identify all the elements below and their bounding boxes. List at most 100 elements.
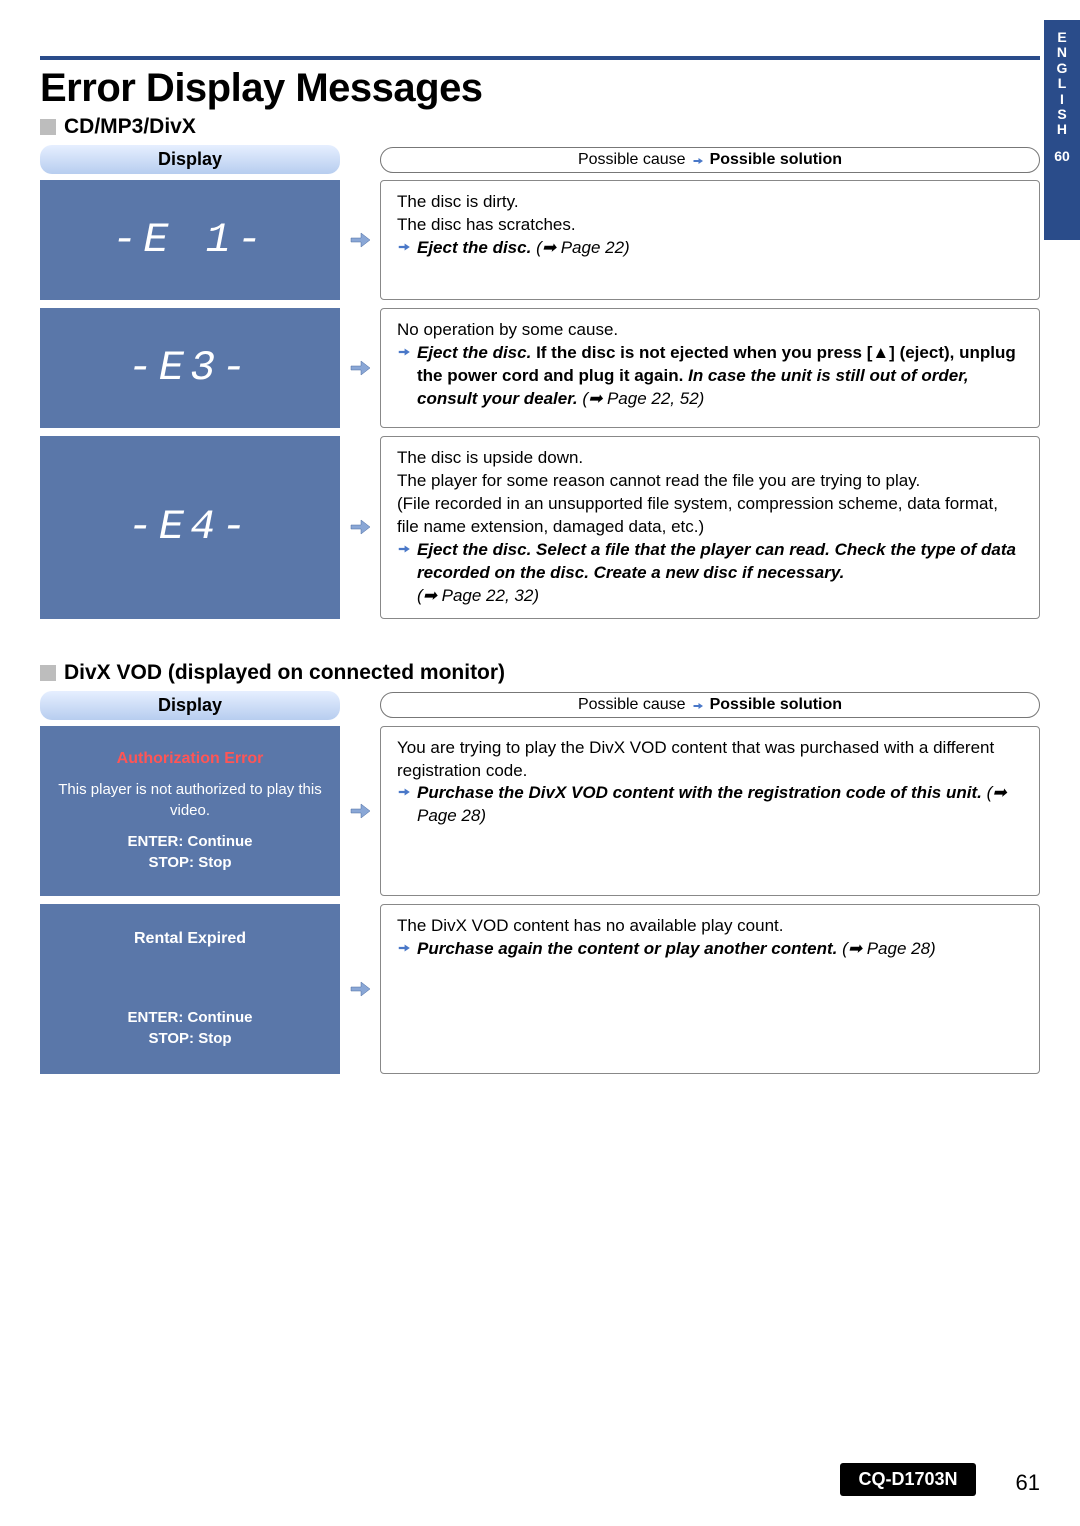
solution-column-header: Possible cause Possible solution [380,692,1040,718]
divx-display-auth: Authorization Error This player is not a… [40,726,340,896]
action-bold: Eject the disc. [417,343,531,362]
action-line: Purchase again the content or play anoth… [397,938,1023,961]
square-bullet-icon [40,119,56,135]
arrow-right-icon [397,938,417,955]
action-text: Purchase again the content or play anoth… [417,938,1023,961]
error-row-e3: -E3- No operation by some cause. Eject t… [40,308,1040,428]
cause-line: You are trying to play the DivX VOD cont… [397,737,1023,783]
action-bold: Purchase again the content or play anoth… [417,939,837,958]
letter: L [1058,76,1067,91]
action-line: Purchase the DivX VOD content with the r… [397,782,1023,828]
action-line: Eject the disc. If the disc is not eject… [397,342,1023,411]
error-row-e1: -E 1- The disc is dirty. The disc has sc… [40,180,1040,300]
letter: E [1057,30,1066,45]
possible-solution-label: Possible solution [710,696,842,714]
cause-box: You are trying to play the DivX VOD cont… [380,726,1040,896]
cause-line: The DivX VOD content has no available pl… [397,915,1023,938]
error-code-display: -E 1- [40,180,340,300]
arrow-right-icon [397,782,417,799]
cause-box: The disc is upside down. The player for … [380,436,1040,619]
error-code-display: -E3- [40,308,340,428]
error-code-text: -E 1- [112,216,268,264]
cause-box: The DivX VOD content has no available pl… [380,904,1040,1074]
action-text: Eject the disc. Select a file that the p… [417,539,1023,608]
action-bold: Eject the disc. [417,238,531,257]
display-text-block: Authorization Error This player is not a… [40,736,340,884]
display-error-title: Rental Expired [50,928,330,950]
possible-solution-label: Possible solution [710,151,842,169]
cause-line: The disc is upside down. [397,447,1023,470]
arrow-right-icon [348,354,372,382]
section-heading-text: DivX VOD (displayed on connected monitor… [64,661,505,685]
possible-cause-label: Possible cause [578,696,686,714]
arrow-right-icon [397,237,417,254]
action-line: Eject the disc. (➡ Page 22) [397,237,1023,260]
action-text: Eject the disc. If the disc is not eject… [417,342,1023,411]
error-row-e4: -E4- The disc is upside down. The player… [40,436,1040,619]
error-code-display: -E4- [40,436,340,619]
page-ref: (➡ Page 28) [842,939,936,958]
letter: N [1057,45,1067,60]
divx-row-auth-error: Authorization Error This player is not a… [40,726,1040,896]
display-enter-line: ENTER: Continue [50,831,330,852]
error-code-text: -E4- [128,503,253,551]
page-ref: (➡ Page 22, 52) [582,389,704,408]
divx-row-rental-expired: Rental Expired ENTER: Continue STOP: Sto… [40,904,1040,1074]
side-tab-number: 60 [1054,148,1070,164]
table-header-row-2: Display Possible cause Possible solution [40,691,1040,720]
arrow-right-icon [692,154,704,166]
letter: G [1057,61,1068,76]
arrow-right-icon [348,797,372,825]
arrow-right-icon [348,513,372,541]
page-title: Error Display Messages [40,66,1040,111]
side-tab-letters: E N G L I S H [1057,30,1068,138]
arrow-right-icon [348,226,372,254]
table-header-row-1: Display Possible cause Possible solution [40,145,1040,174]
page-ref: (➡ Page 22, 32) [417,586,539,605]
square-bullet-icon [40,665,56,681]
language-side-tab: E N G L I S H 60 [1044,20,1080,240]
arrow-col [340,904,380,1074]
top-rule [40,56,1040,60]
possible-cause-label: Possible cause [578,151,686,169]
arrow-right-icon [692,699,704,711]
action-text: Eject the disc. (➡ Page 22) [417,237,1023,260]
page-ref: (➡ Page 22) [536,238,630,257]
display-enter-line: ENTER: Continue [50,1007,330,1028]
arrow-col [340,436,380,619]
cause-line: The disc is dirty. [397,191,1023,214]
cause-box: No operation by some cause. Eject the di… [380,308,1040,428]
section-heading-text: CD/MP3/DivX [64,115,196,139]
arrow-right-icon [397,342,417,359]
divx-display-rental: Rental Expired ENTER: Continue STOP: Sto… [40,904,340,1074]
arrow-col [340,180,380,300]
action-text: Purchase the DivX VOD content with the r… [417,782,1023,828]
error-code-text: -E3- [128,344,253,392]
solution-column-header: Possible cause Possible solution [380,147,1040,173]
section-heading-cd: CD/MP3/DivX [40,115,1040,139]
display-stop-line: STOP: Stop [50,1028,330,1049]
cause-line: The player for some reason cannot read t… [397,470,1023,493]
action-bold: Eject the disc. Select a file that the p… [417,540,1016,582]
display-subtext: This player is not authorized to play th… [50,779,330,821]
arrow-col [340,308,380,428]
arrow-right-icon [397,539,417,556]
page-number: 61 [1016,1470,1040,1496]
action-line: Eject the disc. Select a file that the p… [397,539,1023,608]
section-heading-divx: DivX VOD (displayed on connected monitor… [40,661,1040,685]
arrow-right-icon [348,975,372,1003]
arrow-col [340,726,380,896]
cause-line: The disc has scratches. [397,214,1023,237]
cause-line: No operation by some cause. [397,319,1023,342]
letter: S [1057,107,1066,122]
model-badge: CQ-D1703N [840,1463,975,1496]
action-bold: Purchase the DivX VOD content with the r… [417,783,982,802]
manual-page: E N G L I S H 60 Error Display Messages … [0,0,1080,1526]
display-text-block: Rental Expired ENTER: Continue STOP: Sto… [40,916,340,1060]
display-column-header: Display [40,145,340,174]
page-footer: CQ-D1703N 61 [0,1463,1080,1496]
letter: H [1057,122,1067,137]
cause-box: The disc is dirty. The disc has scratche… [380,180,1040,300]
letter: I [1060,92,1064,107]
display-column-header: Display [40,691,340,720]
